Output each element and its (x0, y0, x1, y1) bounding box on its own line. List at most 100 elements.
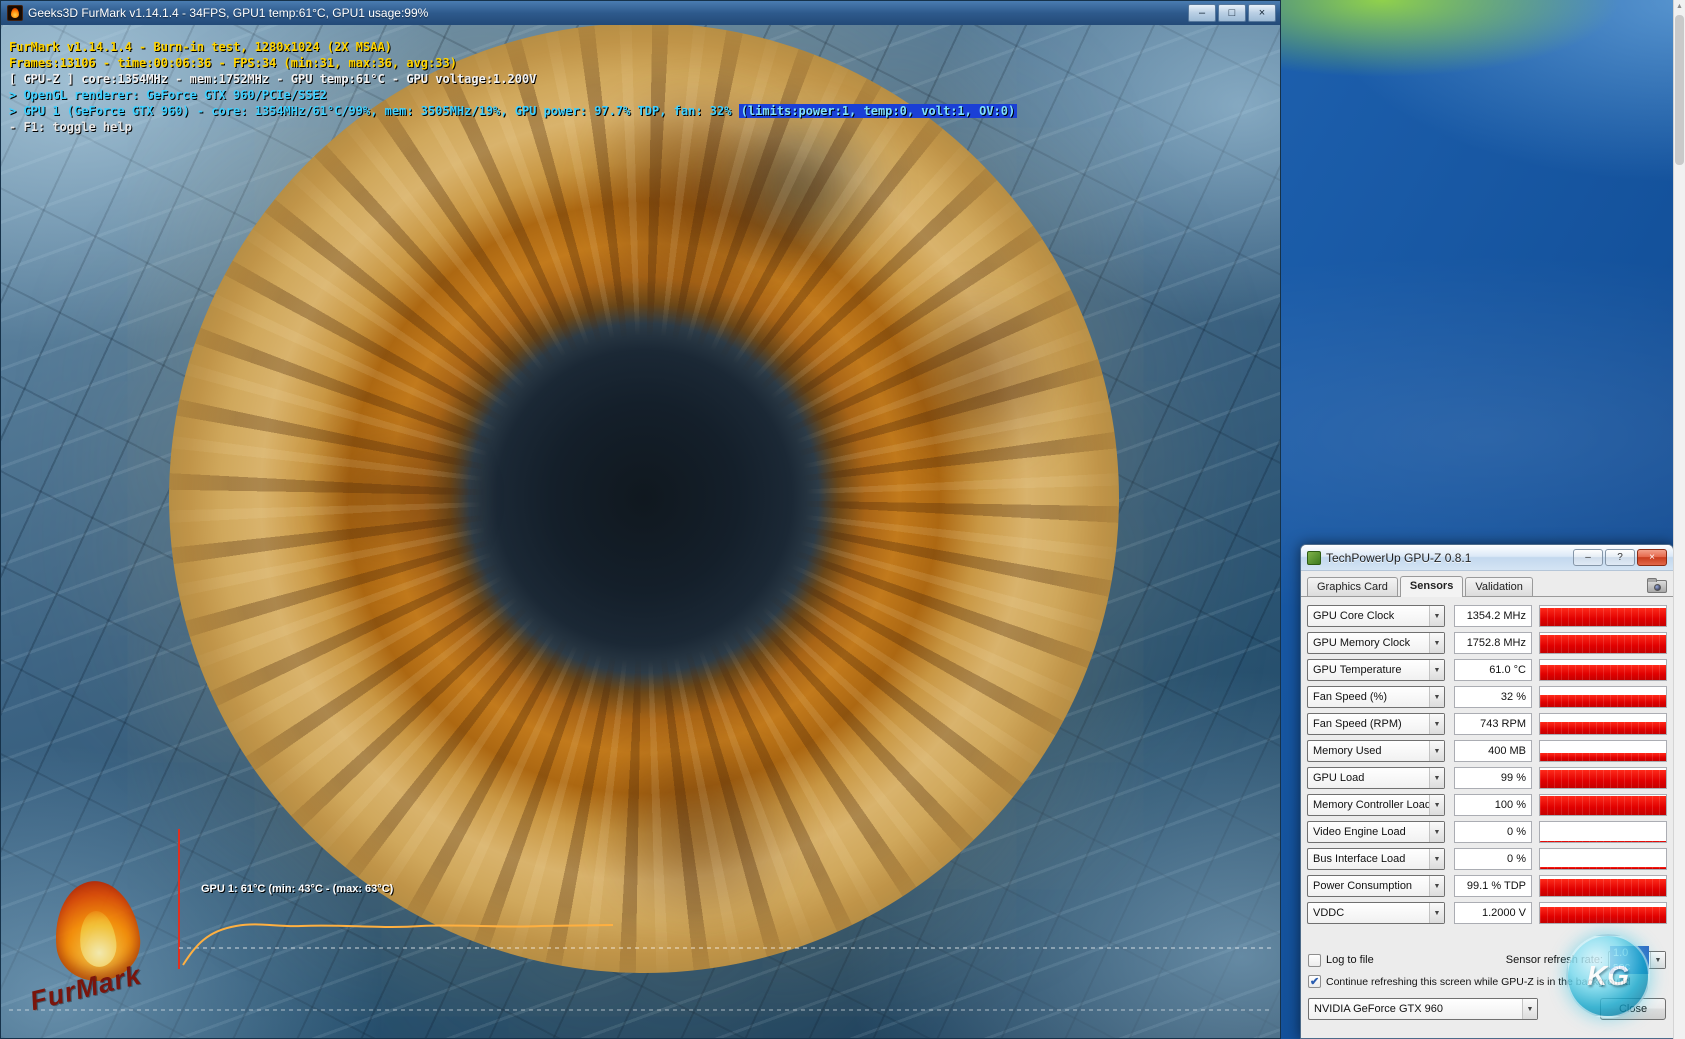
chevron-down-icon: ▼ (1429, 849, 1444, 869)
help-button[interactable]: ? (1605, 549, 1635, 566)
sensor-select[interactable]: GPU Load ▼ (1307, 767, 1445, 789)
chevron-down-icon: ▼ (1429, 633, 1444, 653)
sensor-history-graph (1539, 848, 1667, 870)
sensor-bar (1540, 867, 1666, 869)
sensor-select[interactable]: Bus Interface Load ▼ (1307, 848, 1445, 870)
sensor-row: Bus Interface Load ▼ 0 % (1307, 848, 1667, 870)
gpu-device-value: NVIDIA GeForce GTX 960 (1314, 1003, 1443, 1015)
sensor-label: Power Consumption (1313, 880, 1412, 892)
osd-line: - F1: toggle help (9, 119, 1017, 135)
furmark-render-area: FurMark v1.14.1.4 - Burn-in test, 1280x1… (1, 25, 1280, 1038)
sensor-value: 100 % (1454, 794, 1532, 816)
sensor-row: GPU Core Clock ▼ 1354.2 MHz (1307, 605, 1667, 627)
chevron-down-icon: ▼ (1429, 903, 1444, 923)
sensor-bar (1540, 665, 1666, 680)
sensor-value: 0 % (1454, 848, 1532, 870)
sensor-bar (1540, 753, 1666, 761)
sensor-row: VDDC ▼ 1.2000 V (1307, 902, 1667, 924)
tab-sensors[interactable]: Sensors (1400, 576, 1463, 597)
sensor-label: Fan Speed (%) (1313, 691, 1387, 703)
sensor-list: GPU Core Clock ▼ 1354.2 MHz GPU Memory C… (1301, 597, 1673, 924)
osd-line: Frames:13106 - time:00:06:36 - FPS:34 (m… (9, 55, 1017, 71)
sensor-bar (1540, 841, 1666, 842)
screenshot-camera-icon[interactable] (1647, 580, 1667, 593)
sensor-bar (1540, 770, 1666, 788)
sensor-history-graph (1539, 821, 1667, 843)
scrollbar-thumb[interactable] (1675, 15, 1684, 165)
scroll-up-icon[interactable]: ▲ (1674, 0, 1685, 14)
furmark-osd: FurMark v1.14.1.4 - Burn-in test, 1280x1… (9, 39, 1017, 135)
sensor-value: 400 MB (1454, 740, 1532, 762)
gpu-device-select[interactable]: NVIDIA GeForce GTX 960 ▼ (1308, 998, 1538, 1020)
minimize-button[interactable]: – (1188, 4, 1216, 22)
sensor-select[interactable]: Power Consumption ▼ (1307, 875, 1445, 897)
desktop-background: Geeks3D FurMark v1.14.1.4 - 34FPS, GPU1 … (0, 0, 1685, 1039)
kitguru-watermark: KG (1566, 934, 1650, 1018)
tab-validation[interactable]: Validation (1465, 577, 1533, 596)
log-to-file-label: Log to file (1326, 954, 1374, 966)
sensor-history-graph (1539, 740, 1667, 762)
sensor-bar (1540, 608, 1666, 626)
sensor-select[interactable]: GPU Memory Clock ▼ (1307, 632, 1445, 654)
sensor-history-graph (1539, 659, 1667, 681)
sensor-select[interactable]: VDDC ▼ (1307, 902, 1445, 924)
chevron-down-icon: ▼ (1429, 768, 1444, 788)
sensor-select[interactable]: Memory Used ▼ (1307, 740, 1445, 762)
sensor-history-graph (1539, 875, 1667, 897)
sensor-value: 1.2000 V (1454, 902, 1532, 924)
osd-line: [ GPU-Z ] core:1354MHz - mem:1752MHz - G… (9, 71, 1017, 87)
scrollbar[interactable]: ▲ (1673, 0, 1685, 1039)
chevron-down-icon: ▼ (1429, 822, 1444, 842)
osd-line: > GPU 1 (GeForce GTX 960) - core: 1354MH… (9, 103, 1017, 119)
sensor-label: GPU Core Clock (1313, 610, 1394, 622)
sensor-label: Fan Speed (RPM) (1313, 718, 1402, 730)
sensor-value: 1752.8 MHz (1454, 632, 1532, 654)
sensor-label: Video Engine Load (1313, 826, 1406, 838)
sensor-bar (1540, 722, 1666, 734)
osd-line: FurMark v1.14.1.4 - Burn-in test, 1280x1… (9, 39, 1017, 55)
sensor-label: Bus Interface Load (1313, 853, 1405, 865)
sensor-history-graph (1539, 605, 1667, 627)
sensor-label: GPU Load (1313, 772, 1364, 784)
log-to-file-checkbox[interactable] (1308, 954, 1321, 967)
chevron-down-icon: ▼ (1429, 741, 1444, 761)
gpuz-titlebar[interactable]: TechPowerUp GPU-Z 0.8.1 – ? × (1301, 545, 1673, 571)
sensor-label: GPU Temperature (1313, 664, 1401, 676)
furmark-window: Geeks3D FurMark v1.14.1.4 - 34FPS, GPU1 … (0, 0, 1281, 1039)
continue-refresh-checkbox[interactable] (1308, 975, 1321, 988)
furmark-titlebar[interactable]: Geeks3D FurMark v1.14.1.4 - 34FPS, GPU1 … (1, 1, 1280, 25)
chevron-down-icon: ▼ (1522, 999, 1537, 1019)
maximize-button[interactable]: □ (1218, 4, 1246, 22)
close-button[interactable]: × (1637, 549, 1667, 566)
sensor-history-graph (1539, 902, 1667, 924)
tab-graphics-card[interactable]: Graphics Card (1307, 577, 1398, 596)
chevron-down-icon: ▼ (1429, 687, 1444, 707)
sensor-value: 99.1 % TDP (1454, 875, 1532, 897)
sensor-select[interactable]: GPU Temperature ▼ (1307, 659, 1445, 681)
sensor-label: VDDC (1313, 907, 1344, 919)
minimize-button[interactable]: – (1573, 549, 1603, 566)
sensor-row: Memory Used ▼ 400 MB (1307, 740, 1667, 762)
sensor-bar (1540, 907, 1666, 923)
gpuz-window-title: TechPowerUp GPU-Z 0.8.1 (1326, 551, 1571, 565)
sensor-value: 32 % (1454, 686, 1532, 708)
gpuz-tabs: Graphics CardSensorsValidation (1307, 575, 1535, 596)
close-button[interactable]: × (1248, 4, 1276, 22)
furmark-window-title: Geeks3D FurMark v1.14.1.4 - 34FPS, GPU1 … (28, 6, 1188, 20)
sensor-value: 743 RPM (1454, 713, 1532, 735)
sensor-select[interactable]: Video Engine Load ▼ (1307, 821, 1445, 843)
sensor-bar (1540, 796, 1666, 815)
furmark-logo: FurMark (29, 881, 189, 1038)
sensor-select[interactable]: Fan Speed (%) ▼ (1307, 686, 1445, 708)
furmark-app-icon (7, 5, 23, 21)
sensor-select[interactable]: Fan Speed (RPM) ▼ (1307, 713, 1445, 735)
chevron-down-icon: ▼ (1429, 714, 1444, 734)
sensor-bar (1540, 635, 1666, 653)
sensor-select[interactable]: GPU Core Clock ▼ (1307, 605, 1445, 627)
sensor-label: Memory Controller Load (1313, 799, 1429, 811)
sensor-history-graph (1539, 686, 1667, 708)
sensor-bar (1540, 695, 1666, 707)
sensor-history-graph (1539, 713, 1667, 735)
sensor-select[interactable]: Memory Controller Load ▼ (1307, 794, 1445, 816)
chevron-down-icon: ▼ (1429, 795, 1444, 815)
